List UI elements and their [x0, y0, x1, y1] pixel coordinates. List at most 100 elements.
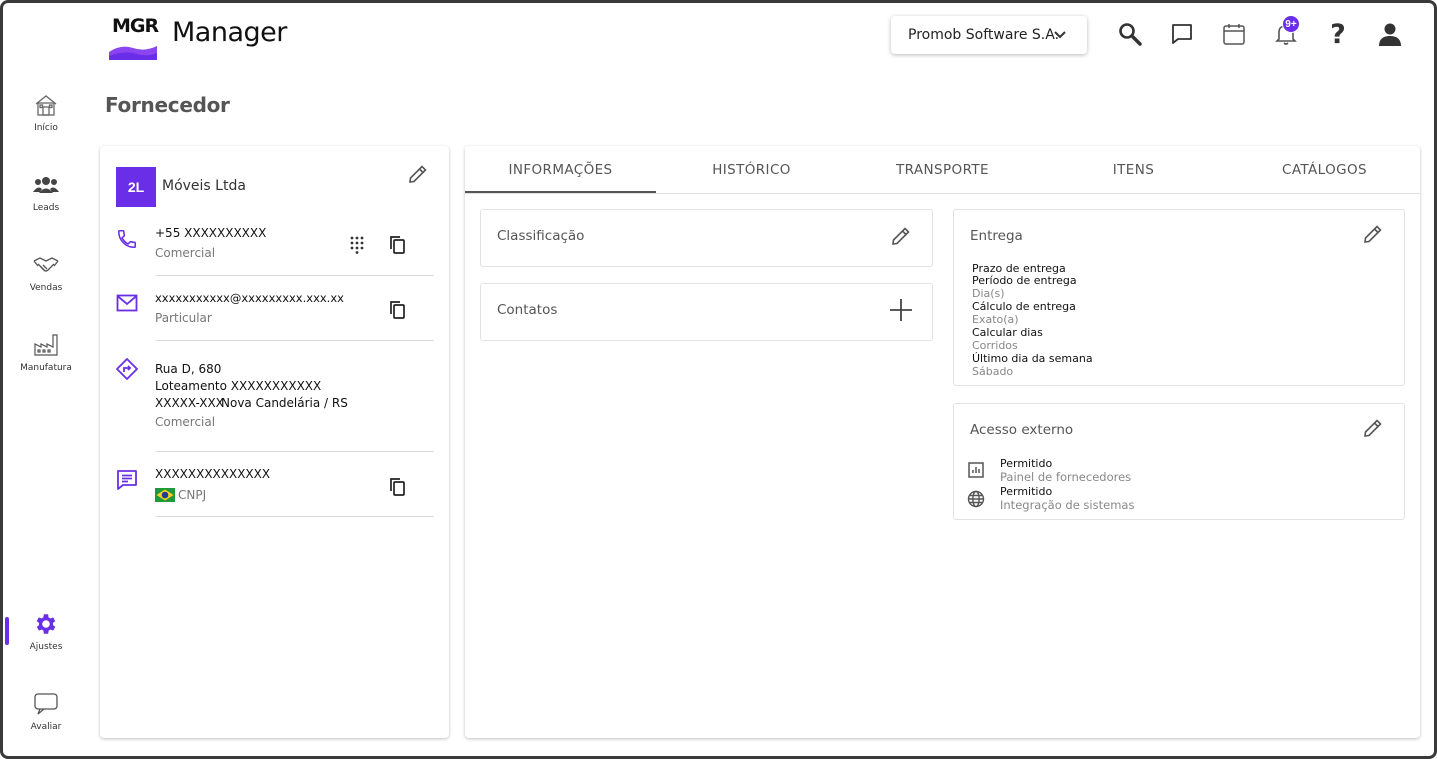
acesso-externo-section: Acesso externo Permitido Painel de forne… [953, 403, 1405, 520]
address-line-2: Loteamento XXXXXXXXXXX [155, 379, 322, 393]
access-value: Painel de fornecedores [1000, 470, 1132, 484]
globe-icon [967, 490, 985, 508]
search-icon[interactable] [1116, 20, 1144, 48]
tab-bar: INFORMAÇÕES HISTÓRICO TRANSPORTE ITENS C… [465, 146, 1420, 194]
sidebar-item-label: Vendas [29, 283, 63, 293]
sidebar-item-manufatura[interactable]: Manufatura [3, 331, 89, 391]
handshake-icon [32, 251, 60, 279]
copy-icon [390, 478, 405, 496]
company-selector-value: Promob Software S.A. [908, 27, 1060, 43]
brazil-flag-icon [155, 488, 175, 502]
phone-value: +55 XXXXXXXXXX [155, 226, 267, 240]
company-selector[interactable]: Promob Software S.A. [891, 16, 1087, 54]
section-title: Contatos [497, 302, 558, 318]
avatar: 2L [116, 167, 156, 207]
chevron-down-icon [1053, 27, 1067, 41]
copy-phone-button[interactable] [386, 234, 408, 256]
sidebar-item-inicio[interactable]: Início [3, 91, 89, 151]
sidebar-item-avaliar[interactable]: Avaliar [3, 690, 89, 750]
sidebar-item-ajustes[interactable]: Ajustes [3, 610, 89, 670]
notification-badge: 9+ [1282, 15, 1300, 33]
factory-icon [32, 331, 60, 359]
sidebar-item-label: Leads [32, 203, 60, 213]
field-label: Último dia da semana [972, 352, 1093, 365]
email-value: xxxxxxxxxxx@xxxxxxxxx.xxx.xx [155, 291, 344, 305]
sidebar-item-leads[interactable]: Leads [3, 171, 89, 231]
access-value: Integração de sistemas [1000, 498, 1135, 512]
logo-text: MGR [112, 15, 159, 37]
field-value: Dia(s) [972, 287, 1005, 300]
add-contato-button[interactable] [887, 296, 915, 324]
field-label: Cálculo de entrega [972, 300, 1076, 313]
plus-icon [890, 299, 912, 321]
field-value: Corridos [972, 339, 1018, 352]
page-title: Fornecedor [105, 93, 230, 117]
edit-profile-button[interactable] [405, 161, 431, 187]
divider [155, 451, 434, 452]
divider [155, 340, 434, 341]
entrega-section: Entrega Prazo de entrega Período de entr… [953, 209, 1405, 386]
access-label: Permitido [1000, 485, 1053, 498]
divider [155, 516, 434, 517]
tab-informacoes[interactable]: INFORMAÇÕES [465, 146, 656, 193]
sidebar-item-label: Ajustes [29, 642, 63, 652]
calendar-icon[interactable] [1220, 20, 1248, 48]
edit-acesso-externo-button[interactable] [1359, 414, 1387, 442]
access-label: Permitido [1000, 457, 1053, 470]
main-panel: INFORMAÇÕES HISTÓRICO TRANSPORTE ITENS C… [465, 146, 1420, 738]
field-label: Calcular dias [972, 326, 1043, 339]
sidebar: Início Leads Vendas Manufatura Ajustes A… [3, 3, 89, 756]
help-icon[interactable]: ? [1324, 19, 1352, 50]
divider [155, 275, 434, 276]
email-icon [116, 294, 138, 312]
copy-document-button[interactable] [386, 476, 408, 498]
bar-chart-icon [968, 462, 984, 478]
dialpad-button[interactable] [347, 235, 367, 255]
email-type: Particular [155, 311, 212, 325]
sidebar-item-label: Início [34, 123, 58, 133]
chat-bubble-icon [32, 690, 60, 718]
copy-icon [390, 236, 405, 254]
classificacao-section: Classificação [480, 209, 933, 267]
field-value: Exato(a) [972, 313, 1019, 326]
sidebar-item-label: Avaliar [30, 722, 62, 732]
pencil-icon [1364, 225, 1382, 243]
messages-icon[interactable] [1168, 20, 1196, 48]
section-title: Classificação [497, 228, 585, 244]
tab-transporte[interactable]: TRANSPORTE [847, 146, 1038, 193]
field-value: Sábado [972, 365, 1014, 378]
edit-entrega-button[interactable] [1359, 220, 1387, 248]
app-logo: MGR [107, 10, 159, 60]
sidebar-item-label: Manufatura [20, 363, 72, 373]
copy-icon [390, 301, 405, 319]
document-icon [116, 469, 138, 491]
phone-type: Comercial [155, 246, 216, 260]
sidebar-item-vendas[interactable]: Vendas [3, 251, 89, 311]
section-title: Entrega [970, 228, 1023, 244]
address-line-1: Rua D, 680 [155, 362, 222, 376]
home-icon [32, 91, 60, 119]
tab-historico[interactable]: HISTÓRICO [656, 146, 847, 193]
pencil-icon [892, 227, 910, 245]
people-icon [32, 171, 60, 199]
gear-icon [32, 610, 60, 638]
user-account-icon[interactable] [1376, 20, 1404, 48]
supplier-profile-card: 2L Móveis Ltda +55 XXXXXXXXXX Comercial … [100, 146, 449, 738]
section-title: Acesso externo [970, 422, 1074, 438]
contatos-section: Contatos [480, 283, 933, 341]
active-tab-indicator [465, 191, 656, 193]
edit-classificacao-button[interactable] [887, 222, 915, 250]
document-type: CNPJ [178, 488, 207, 502]
address-type: Comercial [155, 415, 216, 429]
address-city: Nova Candelária / RS [221, 396, 348, 410]
address-zipcode: XXXXX-XXX [155, 396, 224, 410]
document-value: XXXXXXXXXXXXXX [155, 467, 271, 481]
dialpad-icon [350, 236, 364, 254]
pencil-icon [1364, 419, 1382, 437]
copy-email-button[interactable] [386, 299, 408, 321]
directions-icon [115, 357, 139, 381]
tab-itens[interactable]: ITENS [1038, 146, 1229, 193]
phone-icon [116, 228, 138, 250]
pencil-icon [409, 165, 427, 183]
tab-catalogos[interactable]: CATÁLOGOS [1229, 146, 1420, 193]
